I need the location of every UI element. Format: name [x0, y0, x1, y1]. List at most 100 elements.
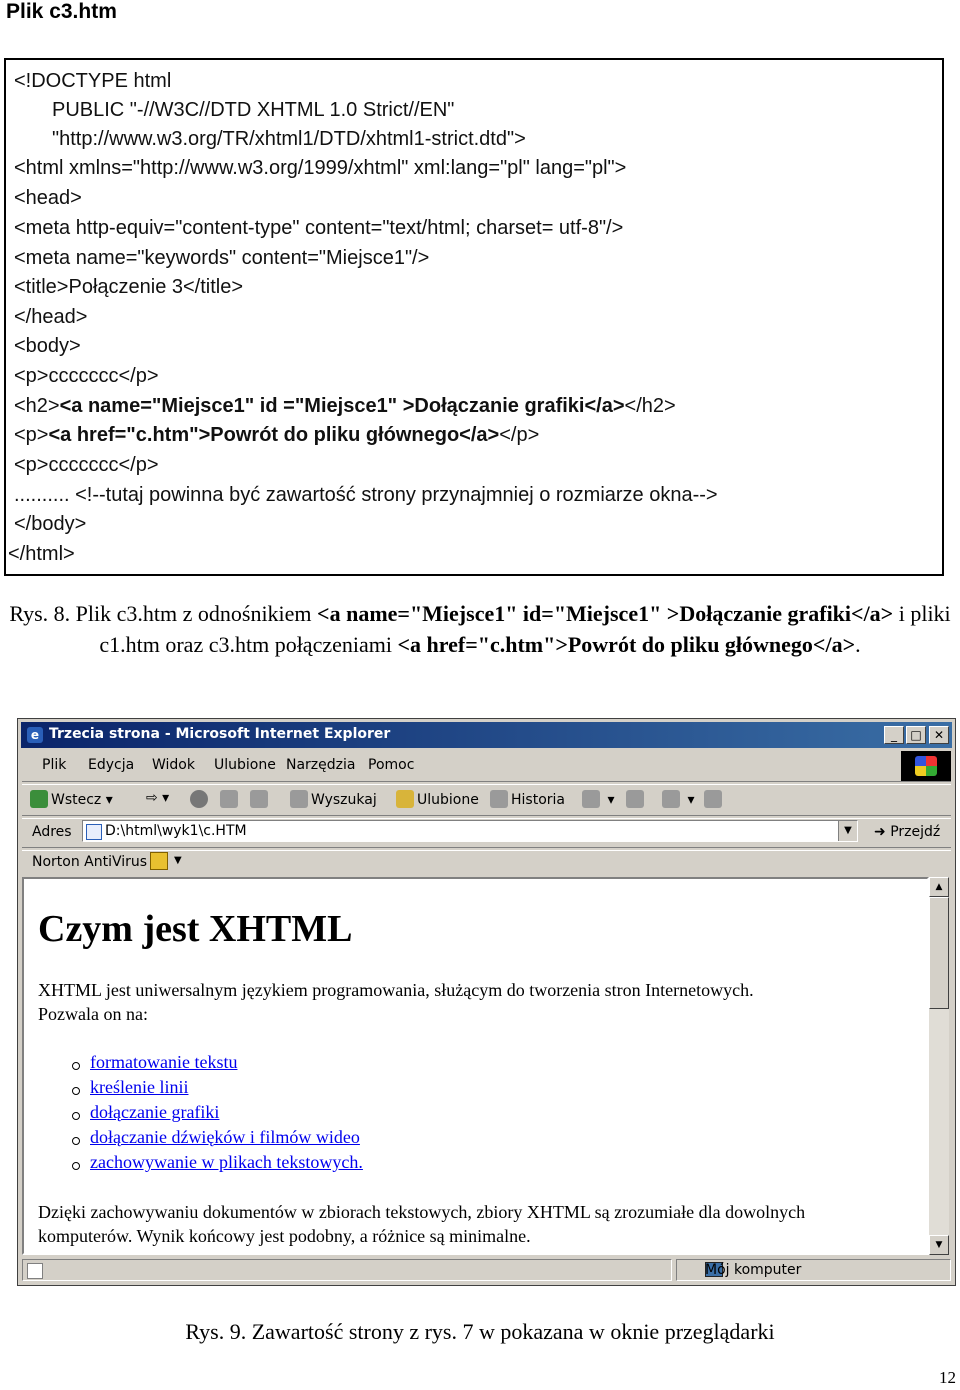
ie-icon: e [27, 727, 43, 743]
code-line: <html xmlns="http://www.w3.org/1999/xhtm… [14, 157, 627, 179]
scroll-up-icon[interactable]: ▲ [929, 877, 949, 897]
mail-icon [582, 790, 600, 808]
page-paragraph: XHTML jest uniwersalnym językiem program… [38, 980, 754, 1000]
mail-button[interactable]: ▾ [582, 790, 614, 808]
refresh-button[interactable] [220, 790, 241, 808]
scroll-down-icon[interactable]: ▼ [929, 1235, 949, 1255]
menu-narzedzia[interactable]: Narzędzia [286, 757, 355, 773]
favorites-label: Ulubione [417, 792, 479, 808]
maximize-button[interactable]: □ [906, 726, 926, 744]
history-button[interactable]: Historia [490, 790, 565, 808]
code-line: .......... <!--tutaj powinna być zawarto… [14, 484, 718, 506]
menu-plik[interactable]: Plik [42, 757, 66, 773]
windows-flag-icon [915, 756, 937, 776]
address-value: D:\html\wyk1\c.HTM [105, 823, 247, 839]
history-icon [490, 790, 508, 808]
norton-label: Norton AntiVirus [32, 854, 148, 870]
home-icon [250, 790, 268, 808]
status-zone-label: Mój komputer [705, 1262, 802, 1278]
window-title: Trzecia strona - Microsoft Internet Expl… [49, 726, 391, 742]
page-status-icon [27, 1263, 43, 1279]
address-bar: Adres D:\html\wyk1\c.HTM ▼ ➜ Przejdź [22, 815, 951, 849]
code-line: "http://www.w3.org/TR/xhtml1/DTD/xhtml1-… [52, 128, 526, 150]
search-icon [290, 790, 308, 808]
menu-edycja[interactable]: Edycja [88, 757, 134, 773]
search-button[interactable]: Wyszukaj [290, 790, 377, 808]
code-line: </head> [14, 306, 88, 328]
menu-ulubione[interactable]: Ulubione [214, 757, 276, 773]
code-line: <body> [14, 335, 81, 357]
code-text: </p> [499, 424, 540, 446]
page-paragraph: Dzięki zachowywaniu dokumentów w zbiorac… [38, 1202, 806, 1222]
back-button[interactable]: Wstecz ▾ [30, 790, 113, 808]
address-input[interactable]: D:\html\wyk1\c.HTM ▼ [82, 820, 858, 842]
code-line: <meta http-equiv="content-type" content=… [14, 217, 624, 239]
chevron-down-icon[interactable]: ▼ [174, 855, 182, 866]
code-line: </html> [8, 543, 75, 565]
code-line: </body> [14, 513, 87, 535]
discuss-button[interactable] [704, 790, 725, 808]
code-line: <head> [14, 187, 82, 209]
link-kreslenie[interactable]: kreślenie linii [90, 1077, 188, 1098]
home-button[interactable] [250, 790, 271, 808]
print-button[interactable] [626, 790, 647, 808]
back-label: Wstecz [51, 792, 102, 808]
caption-text: . [855, 632, 861, 657]
code-text: <p> [14, 424, 49, 446]
toolbar: Wstecz ▾ ⇨ ▾ Wyszukaj Ulubione Historia … [22, 783, 951, 819]
scroll-thumb[interactable] [929, 897, 949, 1009]
discuss-icon [704, 790, 722, 808]
code-line: <h2><a name="Miejsce1" id ="Miejsce1" >D… [14, 393, 676, 419]
link-dzwieki[interactable]: dołączanie dźwięków i filmów wideo [90, 1127, 360, 1148]
link-formatowanie[interactable]: formatowanie tekstu [90, 1052, 237, 1073]
browser-window: e Trzecia strona - Microsoft Internet Ex… [17, 718, 956, 1286]
vertical-scrollbar[interactable]: ▲ ▼ [929, 877, 949, 1255]
page-number: 12 [939, 1368, 956, 1387]
back-arrow-icon [30, 790, 48, 808]
favorites-button[interactable]: Ulubione [396, 790, 479, 808]
address-dropdown-icon[interactable]: ▼ [838, 821, 857, 841]
minimize-button[interactable]: _ [884, 726, 904, 744]
status-zone: Mój komputer [676, 1259, 951, 1281]
bullet-icon [72, 1062, 80, 1070]
menu-widok[interactable]: Widok [152, 757, 195, 773]
code-line: <p>ccccccc</p> [14, 365, 159, 387]
caption-text: Rys. 8. Plik c3.htm z odnośnikiem [9, 601, 318, 626]
code-line: <p><a href="c.htm">Powrót do pliku główn… [14, 422, 539, 448]
stop-icon [190, 790, 208, 808]
forward-button[interactable]: ⇨ ▾ [146, 790, 169, 806]
title-bar[interactable]: e Trzecia strona - Microsoft Internet Ex… [21, 722, 952, 748]
print-icon [626, 790, 644, 808]
stop-button[interactable] [190, 790, 211, 808]
figure-caption-8: Rys. 8. Plik c3.htm z odnośnikiem <a nam… [0, 598, 960, 660]
history-label: Historia [511, 792, 565, 808]
status-bar: Mój komputer [22, 1259, 951, 1281]
code-line: <title>Połączenie 3</title> [14, 276, 244, 298]
link-zachowywanie[interactable]: zachowywanie w plikach tekstowych. [90, 1152, 363, 1173]
go-label: Przejdź [890, 824, 941, 840]
edit-icon [662, 790, 680, 808]
code-text: </h2> [624, 395, 676, 417]
bullet-icon [72, 1162, 80, 1170]
status-text-area [22, 1259, 672, 1281]
menu-pomoc[interactable]: Pomoc [368, 757, 414, 773]
page-paragraph: Pozwala on na: [38, 1004, 148, 1024]
bullet-icon [72, 1087, 80, 1095]
figure-caption-9: Rys. 9. Zawartość strony z rys. 7 w poka… [185, 1319, 775, 1344]
link-grafika[interactable]: dołączanie grafiki [90, 1102, 219, 1123]
code-line: PUBLIC "-//W3C//DTD XHTML 1.0 Strict//EN… [52, 99, 455, 121]
close-button[interactable]: ✕ [929, 726, 949, 744]
page-content: Czym jest XHTML XHTML jest uniwersalnym … [22, 877, 929, 1255]
go-button[interactable]: ➜ Przejdź [874, 824, 940, 840]
edit-button[interactable]: ▾ [662, 790, 694, 808]
bullet-icon [72, 1112, 80, 1120]
code-line: <p>ccccccc</p> [14, 454, 159, 476]
page-heading: Czym jest XHTML [38, 908, 353, 950]
norton-toolbar: Norton AntiVirus ▼ [22, 847, 951, 877]
norton-icon[interactable] [150, 852, 168, 870]
menu-bar: Plik Edycja Widok Ulubione Narzędzia Pom… [22, 753, 892, 779]
code-bold: <a name="Miejsce1" id ="Miejsce1" >Dołąc… [59, 395, 625, 417]
caption-code: <a name="Miejsce1" id="Miejsce1" >Dołącz… [317, 601, 894, 626]
code-bold: <a href="c.htm">Powrót do pliku głównego… [48, 424, 500, 446]
favorites-icon [396, 790, 414, 808]
